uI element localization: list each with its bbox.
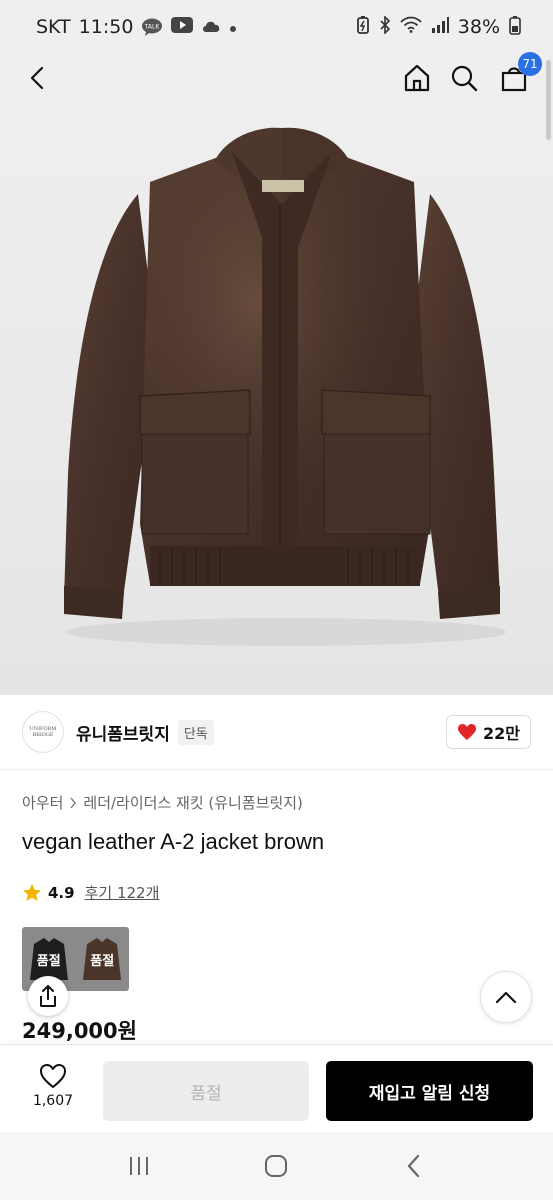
carrier: SKT xyxy=(36,16,71,38)
rating-value: 4.9 xyxy=(48,883,75,902)
bluetooth-icon xyxy=(379,14,391,39)
status-bar: SKT 11:50 TALK 38% xyxy=(0,0,553,54)
brand-name[interactable]: 유니폼브릿지 xyxy=(76,720,170,745)
signal-icon xyxy=(431,16,449,38)
chevron-up-icon xyxy=(495,991,517,1004)
search-icon xyxy=(451,65,478,92)
heart-icon xyxy=(458,724,476,740)
youtube-icon xyxy=(171,16,194,38)
battery-saver-icon xyxy=(356,15,370,39)
option-brown[interactable]: 품절 xyxy=(79,932,125,986)
brand-like-count: 22만 xyxy=(483,724,520,743)
reviews-link[interactable]: 후기 122개 xyxy=(85,882,160,903)
home-button[interactable] xyxy=(397,58,437,98)
scrollbar[interactable] xyxy=(546,60,551,140)
wifi-icon xyxy=(400,16,422,38)
cloud-icon xyxy=(201,16,221,38)
action-bar: 1,607 품절 재입고 알림 신청 xyxy=(0,1044,553,1132)
share-icon xyxy=(40,985,56,1007)
cart-button[interactable]: 71 xyxy=(494,52,542,98)
breadcrumb-category[interactable]: 아우터 xyxy=(22,792,63,813)
chevron-right-icon xyxy=(70,797,77,808)
brand-logo[interactable]: UNIFORM BRIDGE xyxy=(22,711,64,753)
exclusive-badge: 단독 xyxy=(177,719,214,745)
product-image[interactable] xyxy=(0,54,553,695)
breadcrumb: 아우터 레더/라이더스 재킷 (유니폼브릿지) xyxy=(22,792,303,813)
clock: 11:50 xyxy=(78,16,134,38)
battery-icon xyxy=(509,15,521,40)
wishlist-button[interactable]: 1,607 xyxy=(22,1063,84,1119)
brand-row: UNIFORM BRIDGE 유니폼브릿지 단독 22만 xyxy=(0,695,553,770)
soldout-button[interactable]: 품절 xyxy=(103,1061,309,1121)
top-nav: 71 xyxy=(0,52,553,102)
product-title: vegan leather A-2 jacket brown xyxy=(22,829,325,854)
heart-outline-icon xyxy=(40,1064,66,1088)
home-system-button[interactable] xyxy=(252,1142,300,1190)
kakaotalk-icon: TALK xyxy=(141,18,163,36)
search-button[interactable] xyxy=(444,58,484,98)
home-circle-icon xyxy=(265,1155,288,1177)
breadcrumb-subcategory[interactable]: 레더/라이더스 재킷 (유니폼브릿지) xyxy=(83,792,303,813)
share-button[interactable] xyxy=(28,976,68,1016)
scroll-top-button[interactable] xyxy=(480,971,532,1023)
cart-count-badge: 71 xyxy=(518,52,542,76)
back-button[interactable] xyxy=(18,58,58,98)
back-arrow-icon xyxy=(408,1154,420,1178)
star-icon xyxy=(23,884,41,901)
dot-icon xyxy=(229,16,237,38)
system-back-button[interactable] xyxy=(390,1142,438,1190)
recent-apps-icon xyxy=(129,1157,148,1175)
recent-apps-button[interactable] xyxy=(115,1142,163,1190)
system-navigation xyxy=(0,1132,553,1200)
rating-row: 4.9 후기 122개 xyxy=(22,882,159,903)
brand-like-button[interactable]: 22만 xyxy=(446,715,531,749)
home-icon xyxy=(404,64,430,92)
svg-text:TALK: TALK xyxy=(144,24,161,31)
restock-alert-button[interactable]: 재입고 알림 신청 xyxy=(326,1061,533,1121)
wishlist-count: 1,607 xyxy=(32,1093,74,1109)
chevron-left-icon xyxy=(30,66,44,90)
price: 249,000원 xyxy=(22,1019,137,1043)
battery-percent: 38% xyxy=(457,16,500,38)
jacket-illustration xyxy=(64,127,506,646)
